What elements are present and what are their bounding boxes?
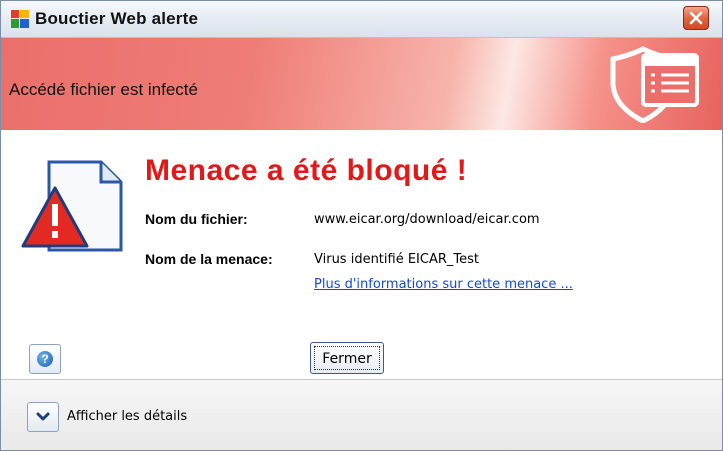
title-bar[interactable]: Bouctier Web alerte <box>1 1 722 38</box>
window-title: Bouctier Web alerte <box>35 9 199 28</box>
file-name-value: www.eicar.org/download/eicar.com <box>314 212 540 227</box>
expand-details-button[interactable] <box>27 402 59 432</box>
footer-bar: Afficher les détails <box>1 379 722 450</box>
file-name-label: Nom du fichier: <box>145 211 248 227</box>
alert-window: Bouctier Web alerte Accédé fichier est i… <box>0 0 723 451</box>
shield-document-icon <box>610 46 699 123</box>
avg-logo-icon <box>11 10 29 28</box>
banner-title: Accédé fichier est infecté <box>9 80 198 99</box>
close-button[interactable]: Fermer <box>310 342 384 374</box>
more-info-link[interactable]: Plus d'informations sur cette menace ... <box>314 277 573 292</box>
close-button-label: Fermer <box>314 346 380 370</box>
help-button[interactable]: ? <box>29 344 61 374</box>
threat-name-value: Virus identifié EICAR_Test <box>314 252 479 267</box>
alert-content: Menace a été bloqué ! Nom du fichier: ww… <box>1 130 722 376</box>
close-window-button[interactable] <box>683 6 709 30</box>
help-icon: ? <box>37 351 53 367</box>
threat-name-label: Nom de la menace: <box>145 251 273 267</box>
chevron-down-icon <box>36 412 50 421</box>
warning-document-icon <box>21 160 123 252</box>
close-icon <box>689 11 703 25</box>
show-details-label[interactable]: Afficher les détails <box>67 409 187 424</box>
alert-headline: Menace a été bloqué ! <box>145 154 468 187</box>
alert-banner: Accédé fichier est infecté <box>1 38 722 130</box>
